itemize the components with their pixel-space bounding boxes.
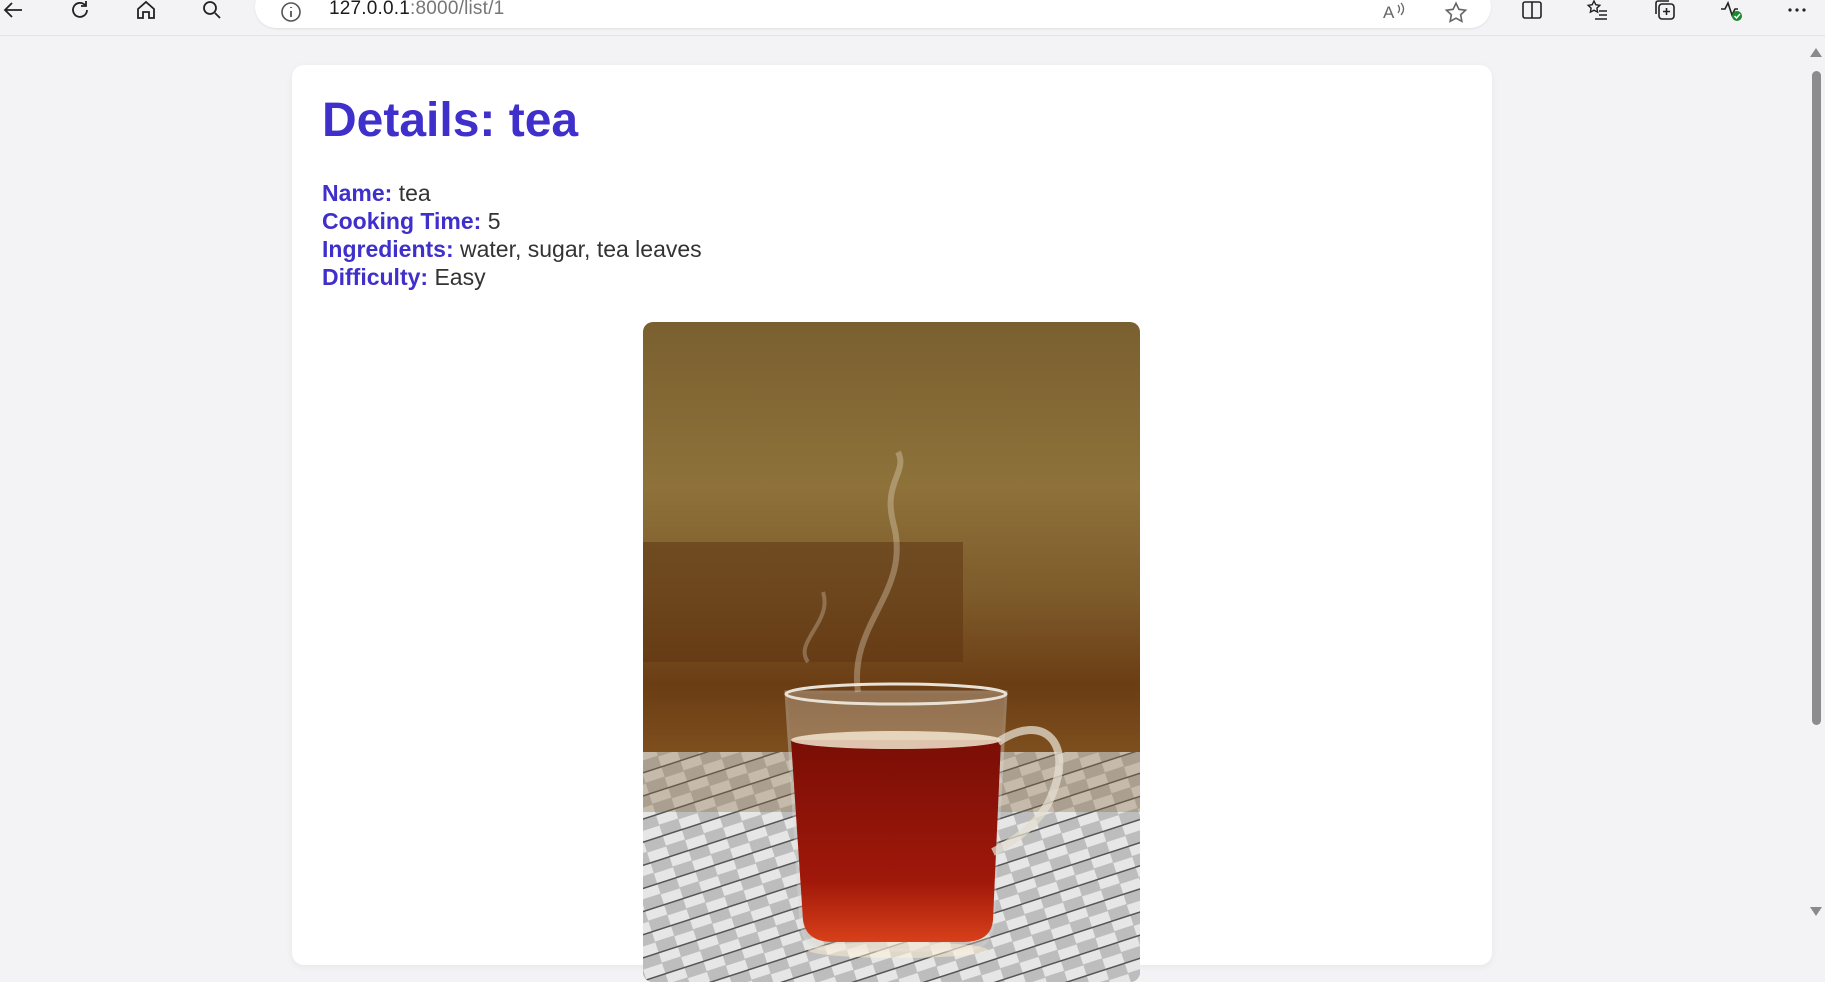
browser-toolbar: 127.0.0.1:8000/list/1 A — [0, 0, 1825, 36]
field-value: tea — [398, 180, 431, 206]
favorites-list-icon[interactable] — [1580, 0, 1616, 28]
svg-text:A: A — [1383, 3, 1395, 22]
home-icon[interactable] — [128, 0, 164, 28]
field-cooking-time: Cooking Time: 5 — [322, 207, 702, 235]
back-icon[interactable] — [0, 0, 32, 28]
field-label: Ingredients: — [322, 236, 454, 262]
scroll-up-arrow-icon[interactable] — [1810, 48, 1822, 57]
scroll-thumb[interactable] — [1812, 71, 1821, 725]
field-ingredients: Ingredients: water, sugar, tea leaves — [322, 235, 702, 263]
field-label: Difficulty: — [322, 264, 429, 290]
field-label: Cooking Time: — [322, 208, 482, 234]
info-icon[interactable] — [279, 0, 303, 24]
tea-cup-illustration — [643, 322, 1140, 982]
collections-icon[interactable] — [1647, 0, 1683, 28]
vertical-scrollbar[interactable] — [1807, 36, 1825, 922]
refresh-icon[interactable] — [62, 0, 98, 28]
search-icon[interactable] — [194, 0, 230, 28]
url-host: 127.0.0.1 — [329, 0, 411, 19]
url-text[interactable]: 127.0.0.1:8000/list/1 — [329, 0, 504, 20]
field-value: 5 — [487, 208, 501, 234]
field-label: Name: — [322, 180, 393, 206]
field-name: Name: tea — [322, 179, 702, 207]
split-screen-icon[interactable] — [1514, 0, 1550, 28]
address-bar[interactable]: 127.0.0.1:8000/list/1 A — [255, 0, 1491, 28]
scroll-down-arrow-icon[interactable] — [1810, 907, 1822, 916]
recipe-photo — [643, 322, 1140, 982]
page-title: Details: tea — [322, 94, 579, 147]
url-path: :8000/list/1 — [410, 0, 505, 19]
more-options-icon[interactable] — [1779, 0, 1815, 28]
favorite-star-icon[interactable] — [1443, 0, 1469, 26]
field-value: Easy — [434, 264, 486, 290]
recipe-detail-card: Details: tea Name: tea Cooking Time: 5 I… — [292, 65, 1492, 982]
field-difficulty: Difficulty: Easy — [322, 263, 702, 291]
recipe-fields: Name: tea Cooking Time: 5 Ingredients: w… — [322, 179, 702, 291]
field-value: water, sugar, tea leaves — [460, 236, 702, 262]
browser-essentials-icon[interactable] — [1713, 0, 1749, 28]
read-aloud-icon[interactable]: A — [1381, 0, 1407, 26]
